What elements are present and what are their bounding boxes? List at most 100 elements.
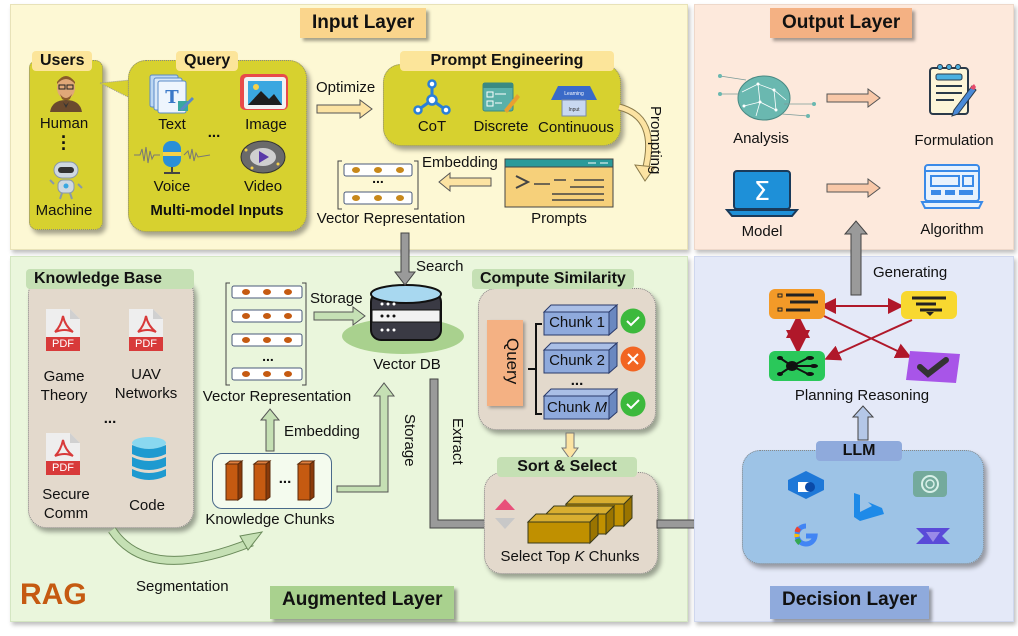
check-icon bbox=[620, 308, 646, 334]
similarity-to-sort-arrow bbox=[561, 432, 579, 460]
augmented-vector-ellipsis: ... bbox=[262, 348, 274, 364]
compute-similarity-ellipsis: ... bbox=[570, 372, 584, 389]
knowledge-base-title: Knowledge Base bbox=[26, 269, 194, 289]
query-title: Query bbox=[176, 51, 239, 71]
sort-up-down-icon bbox=[495, 499, 515, 529]
chunk-m-index: M bbox=[594, 399, 608, 416]
reject-x-icon bbox=[620, 346, 646, 372]
svg-text:Learning: Learning bbox=[564, 91, 584, 97]
segmentation-curved-arrow bbox=[108, 527, 264, 565]
reasoning-filter-icon bbox=[901, 291, 957, 319]
task-check-icon bbox=[906, 351, 960, 383]
query-chunks-bracket bbox=[528, 323, 542, 415]
input-embedding-label: Embedding bbox=[422, 154, 498, 171]
video-film-icon bbox=[240, 140, 286, 174]
llm-title: LLM bbox=[816, 441, 902, 461]
continuous-label: Continuous bbox=[538, 119, 614, 136]
game-theory-label-line1: Game bbox=[43, 368, 85, 385]
video-label: Video bbox=[243, 178, 283, 195]
planning-list-icon bbox=[769, 289, 825, 319]
svg-text:Input: Input bbox=[568, 107, 580, 113]
chunk-m-label: Chunk M bbox=[546, 399, 608, 416]
generating-label: Generating bbox=[873, 264, 948, 281]
continuous-learning-icon: Learning Input bbox=[551, 86, 597, 117]
storage-label-vertical: Storage bbox=[401, 414, 418, 467]
input-vector-ellipsis: ... bbox=[372, 170, 384, 186]
code-label: Code bbox=[129, 497, 165, 514]
svg-text:Σ: Σ bbox=[754, 177, 770, 207]
rag-label: RAG bbox=[20, 578, 87, 611]
uav-networks-label-line1: UAV bbox=[131, 366, 161, 383]
chatgpt-icon bbox=[913, 471, 947, 497]
sort-select-title: Sort & Select bbox=[497, 457, 637, 477]
model-algorithm-arrow bbox=[826, 178, 881, 198]
augmented-embedding-up-arrow bbox=[259, 408, 281, 452]
discrete-label: Discrete bbox=[473, 118, 529, 135]
human-avatar-icon bbox=[50, 76, 82, 112]
knowledge-base-ellipsis: ... bbox=[103, 410, 117, 427]
embedding-left-arrow bbox=[438, 171, 492, 193]
storage-label-horizontal: Storage bbox=[310, 290, 363, 307]
cot-label: CoT bbox=[417, 118, 447, 135]
pdf-badge-2: PDF bbox=[135, 338, 157, 350]
secure-comm-label-line1: Secure bbox=[42, 486, 90, 503]
output-layer-title: Output Layer bbox=[770, 8, 913, 38]
text-label: Text bbox=[158, 116, 186, 133]
model-label: Model bbox=[741, 223, 783, 240]
voice-microphone-icon bbox=[134, 141, 211, 174]
pdf-badge-1: PDF bbox=[52, 338, 74, 350]
vector-db-server-icon bbox=[370, 284, 442, 341]
prompts-terminal-icon bbox=[504, 158, 614, 208]
users-title: Users bbox=[32, 51, 93, 71]
planning-reasoning-label: Planning Reasoning bbox=[794, 387, 930, 404]
analysis-brain-icon bbox=[718, 74, 816, 121]
knowledge-chunks-ellipsis: ... bbox=[278, 470, 292, 487]
vector-db-label: Vector DB bbox=[373, 356, 441, 373]
optimize-label: Optimize bbox=[316, 79, 376, 96]
bing-icon bbox=[854, 493, 884, 521]
input-vector-representation-label: Vector Representation bbox=[316, 210, 466, 227]
text-document-icon: T bbox=[149, 74, 194, 114]
decision-layer-title: Decision Layer bbox=[770, 586, 930, 619]
extract-label: Extract bbox=[449, 418, 466, 465]
chunk-2-label: Chunk 2 bbox=[549, 352, 605, 369]
robot-machine-icon bbox=[49, 161, 83, 200]
model-laptop-sigma-icon: Σ bbox=[724, 170, 800, 217]
analysis-label: Analysis bbox=[733, 130, 789, 147]
compute-similarity-title: Compute Similarity bbox=[472, 269, 634, 289]
query-vertical-label: Query bbox=[503, 338, 522, 385]
prompting-label: Prompting bbox=[647, 106, 664, 175]
knowledge-chunks-label: Knowledge Chunks bbox=[205, 511, 335, 528]
prompts-label: Prompts bbox=[531, 210, 587, 227]
algorithm-label: Algorithm bbox=[920, 221, 984, 238]
formulation-label: Formulation bbox=[914, 132, 994, 149]
gemini-star-icon bbox=[916, 528, 950, 544]
optimize-arrow bbox=[316, 99, 373, 119]
generating-up-arrow bbox=[843, 220, 869, 296]
top-k-chunks-blocks-icon bbox=[526, 494, 634, 545]
multimodel-inputs-caption: Multi-model Inputs bbox=[150, 202, 284, 219]
search-label: Search bbox=[416, 258, 464, 275]
analysis-formulation-arrow bbox=[826, 88, 881, 108]
prompt-engineering-title: Prompt Engineering bbox=[400, 51, 614, 71]
llm-up-arrow bbox=[851, 405, 875, 441]
google-icon bbox=[794, 523, 818, 547]
discrete-form-icon bbox=[482, 82, 520, 113]
secure-comm-label-line2: Comm bbox=[43, 505, 89, 522]
users-vertical-ellipsis: · · · bbox=[61, 127, 67, 159]
formulation-notepad-icon bbox=[929, 64, 977, 117]
chunk-1-label: Chunk 1 bbox=[549, 314, 605, 331]
cot-network-icon bbox=[413, 79, 451, 115]
image-label: Image bbox=[245, 116, 287, 133]
svg-text:T: T bbox=[165, 87, 179, 108]
uav-networks-label-line2: Networks bbox=[114, 385, 178, 402]
algorithm-window-icon bbox=[920, 164, 984, 209]
code-database-icon bbox=[132, 437, 166, 480]
storage-up-arrow bbox=[336, 382, 396, 493]
voice-label: Voice bbox=[153, 178, 191, 195]
select-top-k-caption: Select Top K Chunks bbox=[500, 548, 640, 565]
game-theory-label-line2: Theory bbox=[40, 387, 88, 404]
machine-label: Machine bbox=[35, 202, 93, 219]
mind-map-icon bbox=[769, 351, 825, 381]
cube-model-icon bbox=[788, 471, 824, 499]
